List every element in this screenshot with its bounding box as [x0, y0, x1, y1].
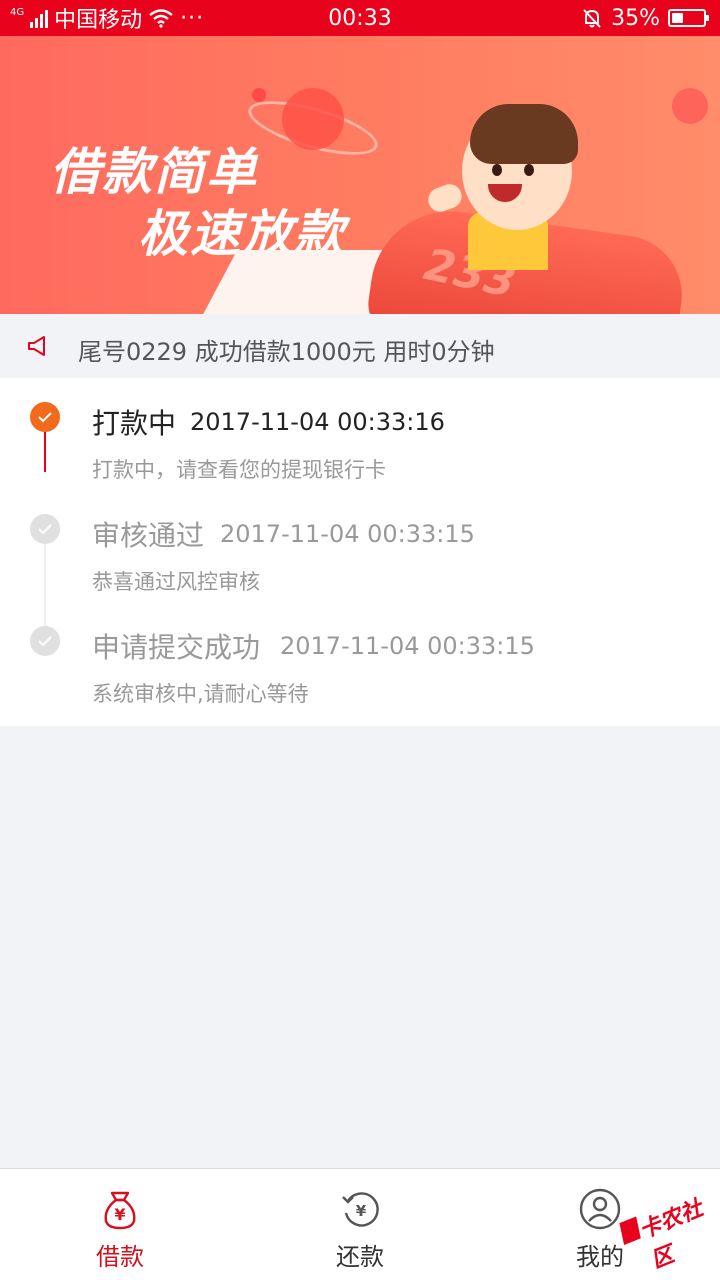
step-description: 恭喜通过风控审核: [92, 570, 260, 594]
timeline-line-active: [44, 432, 46, 472]
kid-eye: [492, 164, 502, 176]
tab-borrow[interactable]: ¥ 借款: [0, 1169, 240, 1280]
step-time: 2017-11-04 00:33:16: [190, 408, 445, 436]
step-title: 打款中: [92, 407, 177, 440]
battery-percent: 35%: [611, 5, 660, 31]
battery-icon: [668, 9, 709, 27]
moon-illustration: [672, 88, 708, 124]
check-circle-icon: [30, 626, 60, 656]
megaphone-icon: [28, 336, 45, 356]
bottom-tab-bar: ¥ 借款 ¥ 还款 我的: [0, 1168, 720, 1280]
notice-bar: 尾号0229 成功借款1000元 用时0分钟: [0, 314, 720, 378]
planet-illustration: [282, 88, 344, 150]
svg-text:¥: ¥: [114, 1205, 125, 1224]
status-bar: 4G 中国移动 ··· 00:33 35%: [0, 0, 720, 36]
money-bag-icon: ¥: [104, 1191, 136, 1230]
kid-eye: [524, 164, 534, 176]
tab-label: 借款: [96, 1243, 144, 1271]
mute-bell-icon: [583, 9, 601, 28]
notice-text: 尾号0229 成功借款1000元 用时0分钟: [78, 338, 495, 366]
tab-label: 还款: [336, 1243, 384, 1271]
kid-hair: [470, 104, 578, 164]
loan-progress-timeline: 打款中 2017-11-04 00:33:16 打款中，请查看您的提现银行卡 审…: [0, 378, 720, 726]
check-circle-icon: [30, 402, 60, 432]
step-description: 系统审核中,请耐心等待: [92, 682, 309, 706]
repay-icon: ¥: [342, 1192, 379, 1227]
promo-banner[interactable]: 借款简单 极速放款 233: [0, 36, 720, 314]
step-time: 2017-11-04 00:33:15: [280, 632, 535, 660]
step-title: 申请提交成功: [92, 631, 261, 664]
svg-text:¥: ¥: [356, 1202, 367, 1220]
step-title: 审核通过: [92, 519, 205, 552]
step-time: 2017-11-04 00:33:15: [220, 520, 475, 548]
tab-repay[interactable]: ¥ 还款: [240, 1169, 480, 1280]
kid-hand: [424, 180, 466, 216]
status-right: 35%: [581, 0, 709, 36]
check-circle-icon: [30, 514, 60, 544]
small-planet: [252, 88, 266, 102]
step-description: 打款中，请查看您的提现银行卡: [92, 458, 386, 482]
